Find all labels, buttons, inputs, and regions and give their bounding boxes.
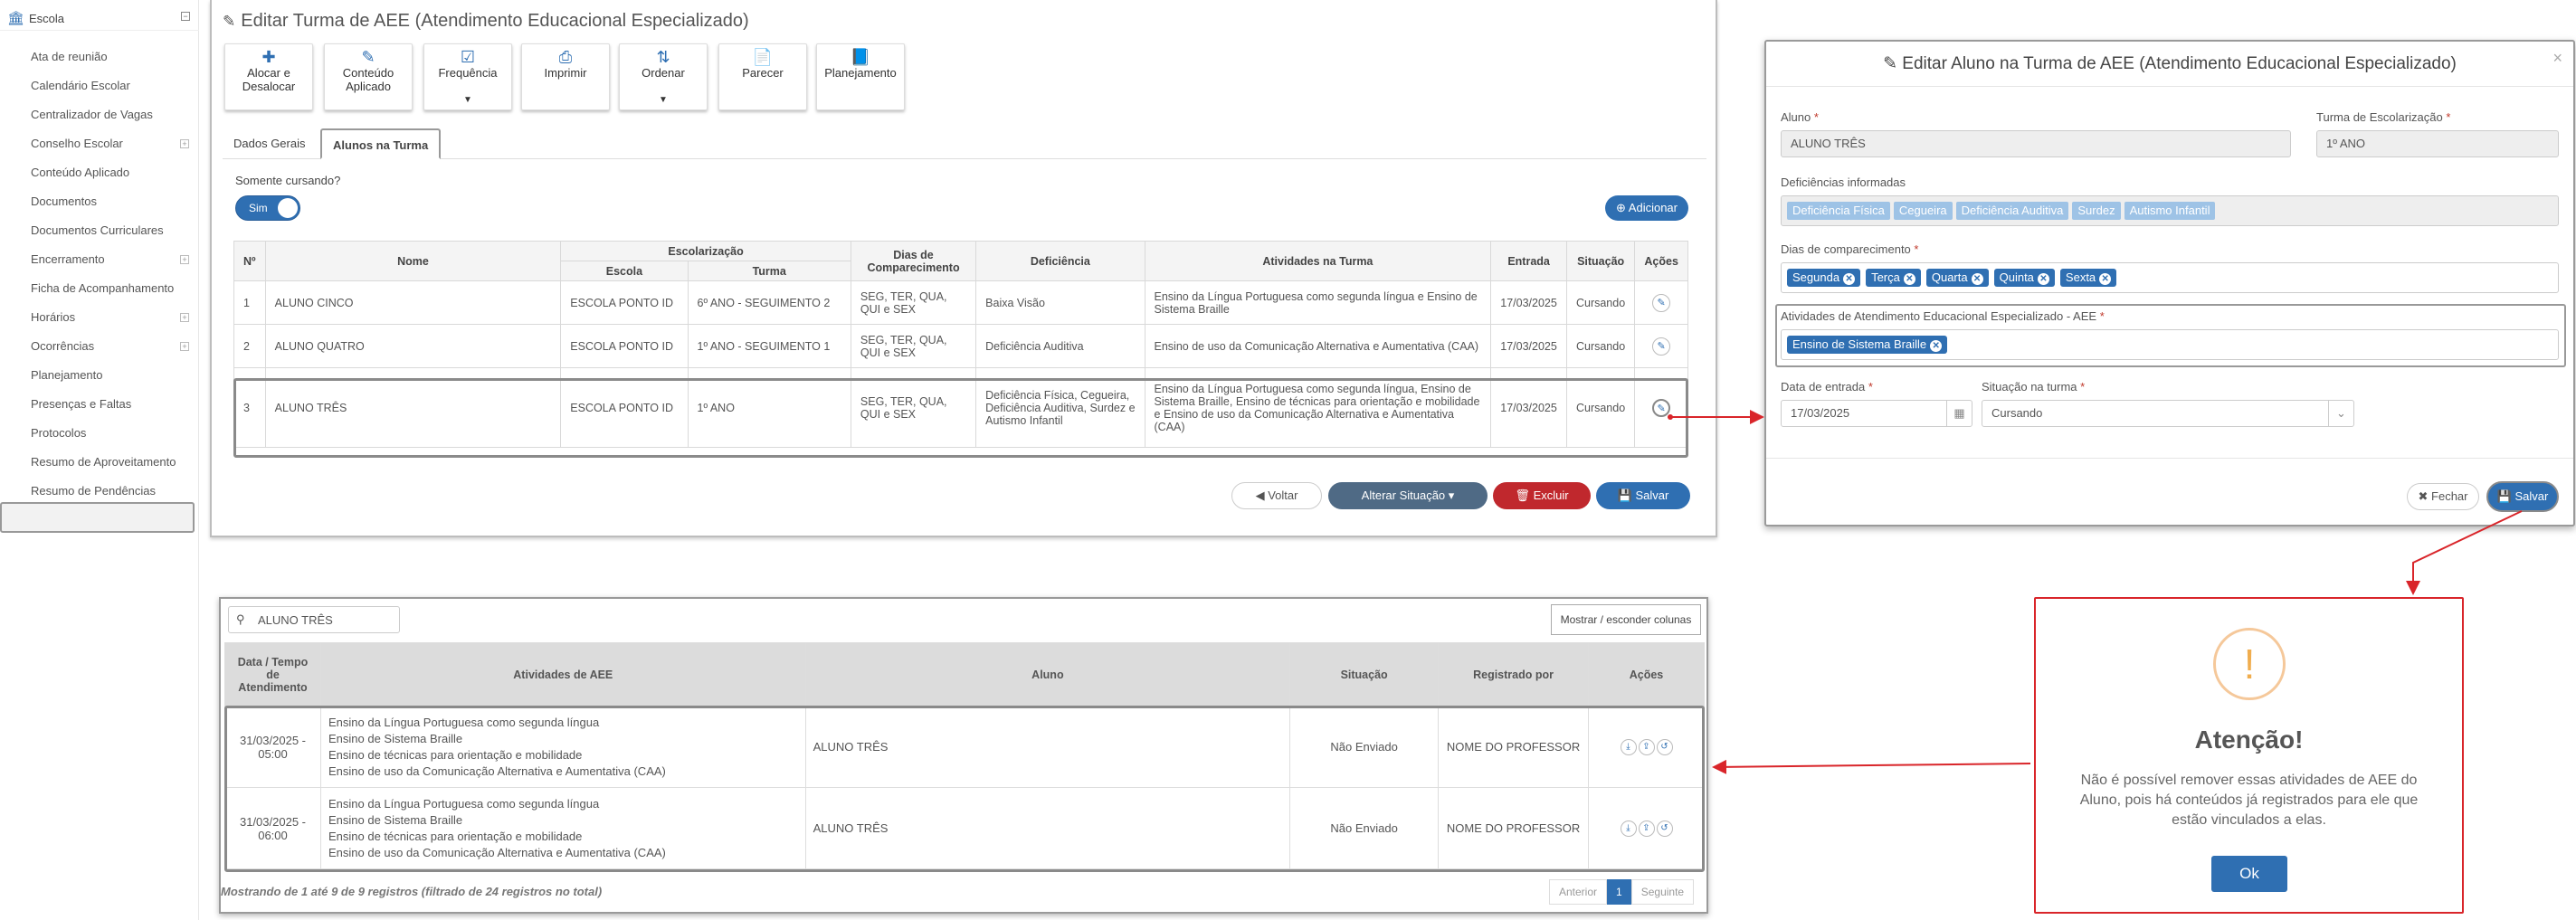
arrow-start-dot xyxy=(1668,414,1673,420)
annotation-arrows xyxy=(1668,410,2523,774)
arrow-alert-to-table xyxy=(1712,759,2031,774)
arrow-save-to-alert xyxy=(2406,510,2523,595)
